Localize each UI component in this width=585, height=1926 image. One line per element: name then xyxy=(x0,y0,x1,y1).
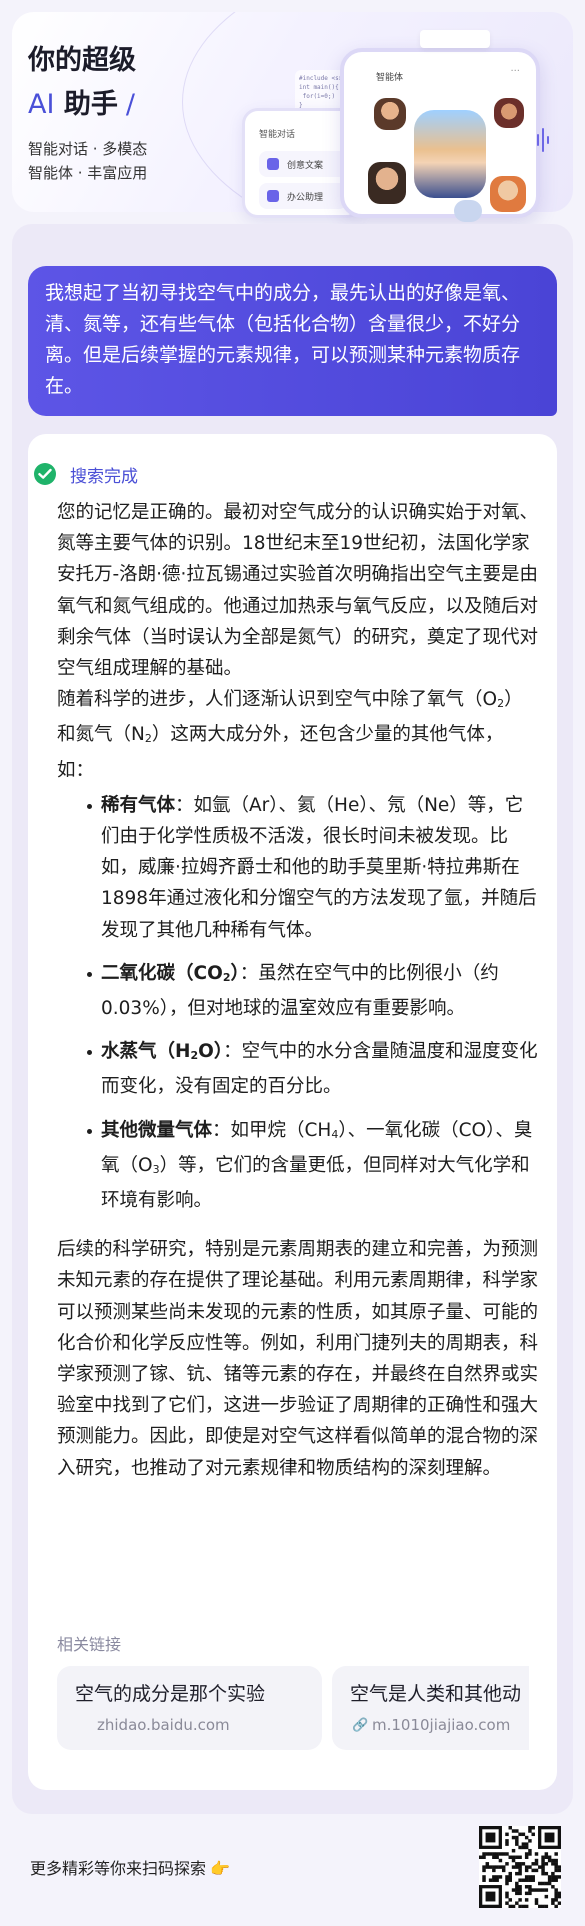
link-icon: 🔗 xyxy=(352,1718,369,1733)
agent-avatar xyxy=(490,176,526,212)
more-icon: ··· xyxy=(510,66,520,77)
list-item: 二氧化碳（CO2）：虽然在空气中的比例很小（约0.03%），但对地球的温室效应有… xyxy=(87,958,539,1024)
tagline-1: 智能对话 · 多模态 xyxy=(28,140,148,158)
qr-code[interactable] xyxy=(479,1826,561,1908)
related-links-row[interactable]: 空气的成分是那个实验 zhidao.baidu.com 空气是人类和其他动 🔗 m… xyxy=(57,1666,529,1750)
related-link-title: 空气的成分是那个实验 xyxy=(75,1683,266,1705)
agent-avatar-featured xyxy=(414,110,486,198)
brand-assistant-label: 助手 xyxy=(63,89,118,120)
mock-phone-front-title: 智能体 xyxy=(376,73,404,83)
mock-phone-back-title: 智能对话 xyxy=(259,130,296,140)
agent-avatar xyxy=(454,200,482,222)
brand-slash: / xyxy=(125,89,135,120)
pointing-hand-icon: 👉 xyxy=(210,1859,230,1878)
brand-subtitle: AI 助手 / xyxy=(28,82,135,121)
check-circle-icon xyxy=(34,463,56,485)
qr-code-icon xyxy=(479,1826,561,1908)
answer-closing: 后续的科学研究，特别是元素周期表的建立和完善，为预测未知元素的存在提供了理论基础… xyxy=(57,1239,539,1479)
answer-paragraph-2: 随着科学的进步，人们逐渐认识到空气中除了氧气（O2）和氮气（N2）这两大成分外，… xyxy=(57,689,523,781)
related-link-title: 空气是人类和其他动 xyxy=(350,1683,522,1705)
answer-intro: 您的记忆是正确的。最初对空气成分的认识确实始于对氧、氮等主要气体的识别。18世纪… xyxy=(57,502,539,680)
search-status-label: 搜索完成 xyxy=(70,466,138,487)
related-link-card[interactable]: 空气的成分是那个实验 zhidao.baidu.com xyxy=(57,1666,322,1750)
related-links-title: 相关链接 xyxy=(57,1635,122,1654)
related-link-domain: zhidao.baidu.com xyxy=(97,1716,230,1734)
list-item: 其他微量气体：如甲烷（CH4）、一氧化碳（CO）、臭氧（O3）等，它们的含量更低… xyxy=(87,1115,539,1217)
tagline-2: 智能体 · 丰富应用 xyxy=(28,164,148,182)
search-status[interactable]: 搜索完成 xyxy=(34,462,138,487)
briefcase-icon xyxy=(267,190,279,202)
mock-phone-front: 智能体 ··· xyxy=(340,48,540,222)
gas-list: 稀有气体：如氩（Ar）、氦（He）、氖（Ne）等，它们由于化学性质极不活泼，很长… xyxy=(57,790,539,1216)
related-link-card[interactable]: 空气是人类和其他动 🔗 m.1010jiajiao.com xyxy=(332,1666,529,1750)
mock-row-copywriting: 创意文案 xyxy=(259,151,347,177)
brand-title: 你的超级 xyxy=(28,45,136,76)
mock-row-office: 办公助理 xyxy=(259,183,347,209)
footer-cta: 更多精彩等你来扫码探索 👉 xyxy=(30,1859,230,1878)
brand-ai-label: AI xyxy=(28,89,55,120)
list-item: 水蒸气（H2O）：空气中的水分含量随温度和湿度变化而变化，没有固定的百分比。 xyxy=(87,1036,539,1102)
audio-wave-icon xyxy=(537,128,549,152)
agent-avatar xyxy=(368,162,406,204)
list-item: 稀有气体：如氩（Ar）、氦（He）、氖（Ne）等，它们由于化学性质极不活泼，很长… xyxy=(87,790,539,946)
agent-avatar xyxy=(374,98,406,130)
agent-avatar xyxy=(494,98,524,128)
assistant-answer-text: 您的记忆是正确的。最初对空气成分的认识确实始于对氧、氮等主要气体的识别。18世纪… xyxy=(57,497,539,1484)
doc-icon xyxy=(267,158,279,170)
floating-tag-decoration xyxy=(420,30,490,48)
user-message-bubble: 我想起了当初寻找空气中的成分，最先认出的好像是氧、清、氮等，还有些气体（包括化合… xyxy=(28,266,557,416)
related-link-domain: 🔗 m.1010jiajiao.com xyxy=(352,1716,511,1734)
